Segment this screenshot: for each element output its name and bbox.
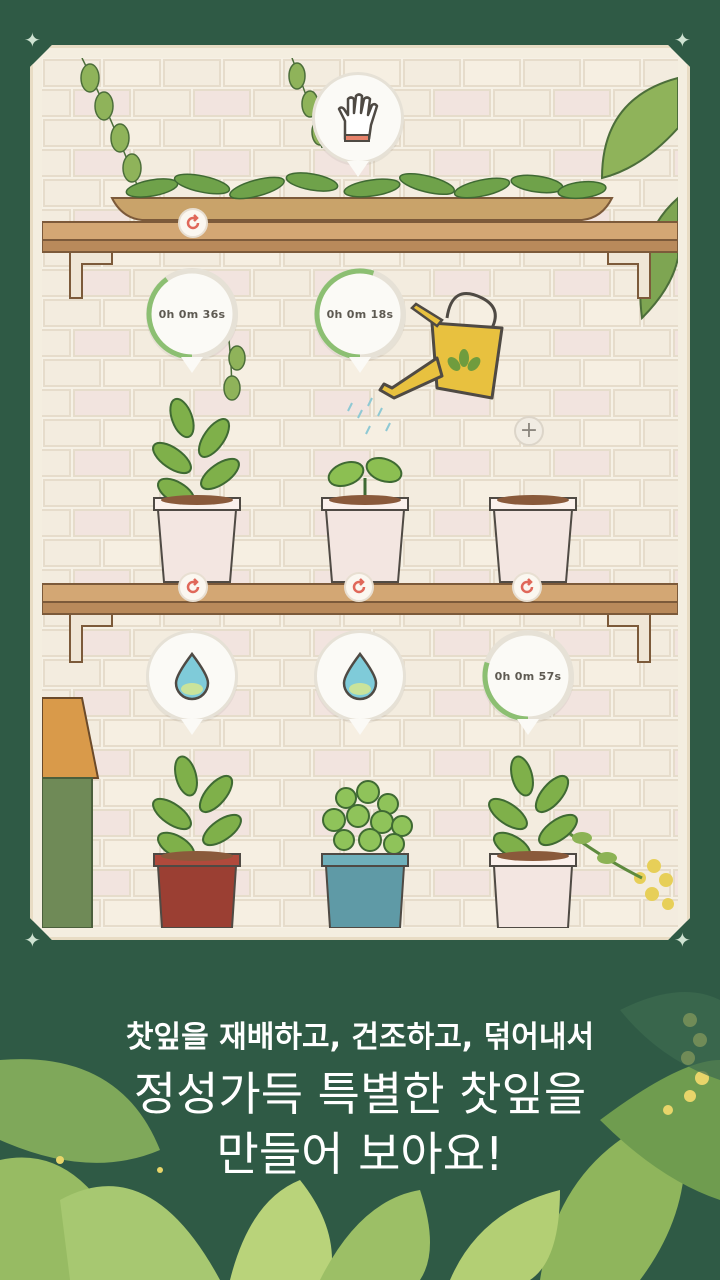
pot-5-plant[interactable] [306, 778, 426, 928]
pot-5-water-bubble[interactable] [314, 630, 406, 735]
watering-can-icon[interactable] [332, 278, 522, 438]
pot-1-plant[interactable] [142, 388, 252, 588]
water-drop-icon [342, 651, 378, 701]
pot-6-timer-bubble[interactable]: 0h 0m 57s [482, 630, 574, 735]
caption-line-3: 만들어 보아요! [216, 1127, 504, 1181]
caption-line-1: 찻잎을 재배하고, 건조하고, 덖어내서 [125, 1020, 595, 1055]
pot-1-timer-bubble[interactable]: 0h 0m 36s [146, 268, 238, 373]
caption-line-2: 정성가득 특별한 찻잎을 [133, 1067, 587, 1121]
pot-4-plant[interactable] [142, 748, 252, 928]
reset-tray-button[interactable] [178, 208, 208, 238]
reset-pot-2-button[interactable] [344, 572, 374, 602]
sparkle-icon: ✦ [674, 928, 691, 952]
plus-icon: + [519, 418, 539, 443]
sparkle-icon: ✦ [674, 28, 691, 52]
sparkle-icon: ✦ [24, 28, 41, 52]
reset-pot-3-button[interactable] [512, 572, 542, 602]
refresh-icon [186, 214, 200, 230]
reset-pot-1-button[interactable] [178, 572, 208, 602]
refresh-icon [520, 578, 534, 594]
refresh-icon [352, 578, 366, 594]
pot-6-plant[interactable] [478, 748, 588, 928]
harvest-glove-bubble[interactable] [312, 72, 404, 177]
progress-ring [146, 268, 238, 360]
glove-icon [337, 93, 379, 142]
greenhouse-scene: 0h 0m 36s 0h 0m 18s + 0h 0m 57s [42, 58, 678, 928]
pot-2-plant[interactable] [310, 438, 420, 588]
progress-ring [482, 630, 574, 722]
water-drop-icon [174, 651, 210, 701]
refresh-icon [186, 578, 200, 594]
pot-4-water-bubble[interactable] [146, 630, 238, 735]
sparkle-icon: ✦ [24, 928, 41, 952]
add-plant-button[interactable]: + [514, 416, 544, 446]
